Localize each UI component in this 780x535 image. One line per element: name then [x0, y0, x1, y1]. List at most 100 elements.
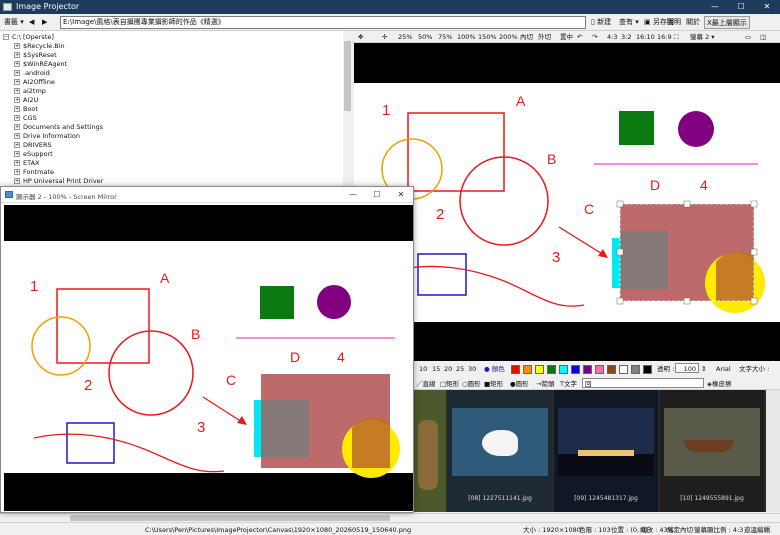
window-icon[interactable]: ▭: [745, 32, 751, 42]
tree-item[interactable]: + Documents and Settings: [14, 123, 103, 132]
scroll-thumb[interactable]: [344, 41, 351, 111]
resize-handle[interactable]: [683, 200, 691, 208]
fit-inside-button[interactable]: 內切: [520, 32, 533, 42]
thumbnail[interactable]: [10] 1249555891.jpg: [660, 390, 764, 512]
tree-item[interactable]: + $SysReset: [14, 51, 57, 60]
tree-item[interactable]: + Fontmate: [14, 168, 54, 177]
tree-item[interactable]: + CGS: [14, 114, 37, 123]
rotate-right-icon[interactable]: ↷: [592, 32, 597, 42]
zoom-200[interactable]: 200%: [499, 32, 518, 42]
zoom-100[interactable]: 100%: [457, 32, 476, 42]
resize-handle[interactable]: [750, 200, 758, 208]
tree-item[interactable]: + Drive Information: [14, 132, 80, 141]
tree-item[interactable]: + AI2U: [14, 96, 38, 105]
tree-scrollbar[interactable]: [343, 31, 352, 191]
swatch-yellow[interactable]: [535, 365, 544, 374]
line-tool[interactable]: ／直線: [416, 379, 436, 389]
tree-item[interactable]: + $WinREAgent: [14, 60, 67, 69]
scroll-thumb[interactable]: [70, 515, 390, 521]
fit-outside-button[interactable]: 外切: [538, 32, 551, 42]
tree-item[interactable]: + AI2Offline: [14, 78, 55, 87]
pin-icon[interactable]: ✢: [382, 32, 387, 42]
maximize-button[interactable]: ☐: [728, 0, 754, 14]
filled-rect-tool[interactable]: ■矩形: [484, 379, 503, 389]
ratio-16-10[interactable]: 16:10: [636, 32, 655, 42]
tree-item[interactable]: + eSupport: [14, 150, 53, 159]
transparency-input[interactable]: 100: [675, 363, 699, 373]
size-30[interactable]: 30: [468, 364, 476, 374]
rect-tool[interactable]: □矩形: [440, 379, 459, 389]
size-10[interactable]: 10: [419, 364, 427, 374]
ratio-16-9[interactable]: 16:9: [657, 32, 672, 42]
tree-item[interactable]: + $Recycle.Bin: [14, 42, 65, 51]
font-select[interactable]: Arial: [716, 364, 731, 374]
size-25[interactable]: 25: [456, 364, 464, 374]
swatch-white[interactable]: [619, 365, 628, 374]
font-size-label[interactable]: 文字大小 :: [739, 364, 769, 374]
resize-handle[interactable]: [750, 248, 758, 256]
zoom-150[interactable]: 150%: [478, 32, 497, 42]
thumbnail[interactable]: [766, 390, 780, 512]
ratio-3-2[interactable]: 3:2: [621, 32, 631, 42]
tree-item[interactable]: + ai2tmp: [14, 87, 46, 96]
fullscreen-icon[interactable]: ⛶: [674, 32, 679, 42]
swatch-purple[interactable]: [583, 365, 592, 374]
swatch-orange[interactable]: [523, 365, 532, 374]
close-button[interactable]: ✕: [754, 0, 780, 14]
size-20[interactable]: 20: [444, 364, 452, 374]
text-tool[interactable]: T文字: [560, 379, 577, 389]
always-on-top-toggle[interactable]: X最上層顯示: [704, 16, 750, 29]
forward-button[interactable]: ▶: [40, 16, 49, 29]
horizontal-scrollbar[interactable]: [0, 513, 780, 522]
main-canvas[interactable]: 1 A B 2 D 4 C 3: [354, 43, 780, 361]
thumbnail[interactable]: [08] 1227511141.jpg: [448, 390, 552, 512]
resize-handle[interactable]: [616, 200, 624, 208]
zoom-25[interactable]: 25%: [398, 32, 412, 42]
new-button[interactable]: ▯ 新建: [589, 16, 613, 29]
screen-mirror-window[interactable]: 顯示器 2 - 100% - Screen Mirror — ☐ ✕ 1 A B…: [0, 186, 414, 513]
center-button[interactable]: 置中: [560, 32, 573, 42]
resize-handle[interactable]: [616, 248, 624, 256]
screen-select[interactable]: 螢幕 2 ▾: [690, 32, 715, 42]
zoom-50[interactable]: 50%: [418, 32, 432, 42]
size-15[interactable]: 15: [432, 364, 440, 374]
tree-item[interactable]: + Boot: [14, 105, 38, 114]
thumbnail[interactable]: [414, 390, 446, 512]
mirror-minimize-button[interactable]: —: [341, 187, 365, 203]
eraser-tool[interactable]: ◈橡皮擦: [707, 379, 732, 389]
minimize-button[interactable]: —: [702, 0, 728, 14]
rotate-left-icon[interactable]: ↶: [577, 32, 582, 42]
text-input[interactable]: 回: [582, 378, 704, 388]
mirror-maximize-button[interactable]: ☐: [365, 187, 389, 203]
transparency-spinner[interactable]: ⇕: [701, 364, 706, 374]
about-button[interactable]: 關於: [684, 16, 702, 29]
help-button[interactable]: 說明: [665, 16, 683, 29]
back-button[interactable]: ◀: [27, 16, 36, 29]
resize-handle[interactable]: [616, 297, 624, 305]
bookmark-menu[interactable]: 書籤 ▾: [2, 16, 26, 29]
circle-tool[interactable]: ○圓形: [462, 379, 481, 389]
mirror-close-button[interactable]: ✕: [389, 187, 413, 203]
swatch-black[interactable]: [643, 365, 652, 374]
swatch-cyan[interactable]: [559, 365, 568, 374]
swatch-green[interactable]: [547, 365, 556, 374]
swatch-blue[interactable]: [571, 365, 580, 374]
tree-root[interactable]: − C:\ [Operste]: [3, 33, 54, 42]
swatch-pink[interactable]: [595, 365, 604, 374]
tree-item[interactable]: + HP Universal Print Driver: [14, 177, 103, 186]
path-input[interactable]: E:\Image\風格\表自攝團專業攝影師的作品《精選》: [60, 16, 586, 29]
filled-circle-tool[interactable]: ●圓形: [510, 379, 529, 389]
screenshot-icon[interactable]: ◫: [760, 32, 766, 42]
mirror-title-bar[interactable]: 顯示器 2 - 100% - Screen Mirror — ☐ ✕: [1, 187, 413, 203]
tree-item[interactable]: + ETAX: [14, 159, 39, 168]
resize-handle[interactable]: [683, 297, 691, 305]
tree-item[interactable]: + DRIVERS: [14, 141, 52, 150]
zoom-75[interactable]: 75%: [438, 32, 452, 42]
swatch-red[interactable]: [511, 365, 520, 374]
swatch-gray[interactable]: [631, 365, 640, 374]
arrow-tool[interactable]: →箭頭: [536, 379, 554, 389]
tree-item[interactable]: + .android: [14, 69, 50, 78]
move-tool-icon[interactable]: ✥: [358, 32, 363, 42]
ratio-4-3[interactable]: 4:3: [607, 32, 617, 42]
open-button[interactable]: 查有 ▾: [617, 16, 641, 29]
